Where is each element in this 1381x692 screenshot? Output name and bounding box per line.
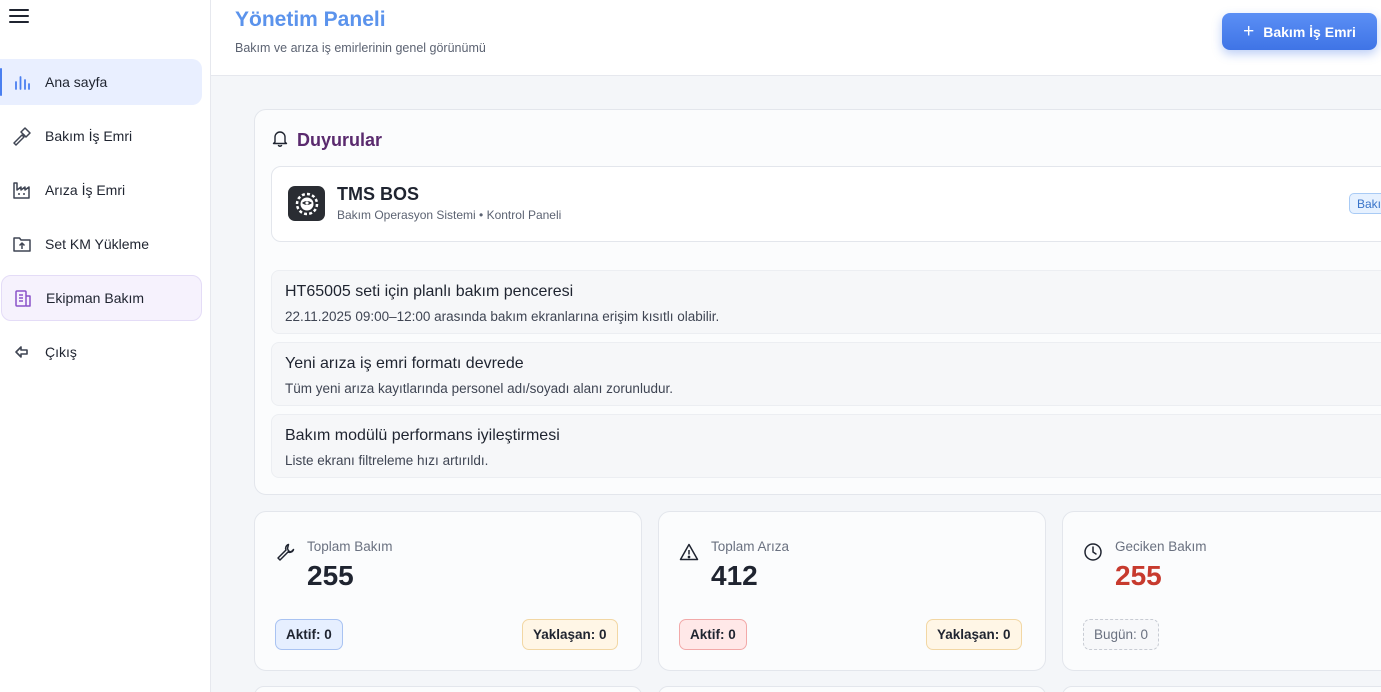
folder-upload-icon: [11, 233, 33, 255]
announcement-text: Tüm yeni arıza kayıtlarında personel adı…: [285, 381, 673, 396]
sidebar-item-label: Çıkış: [45, 344, 77, 360]
announcement-title: Bakım modülü performans iyileştirmesi: [285, 427, 560, 444]
announcements-header: Duyurular: [271, 129, 382, 152]
yaklasan-badge[interactable]: Yaklaşan: 0: [926, 619, 1022, 650]
stat-label: Toplam Bakım: [307, 539, 393, 554]
aktif-badge[interactable]: Aktif: 0: [679, 619, 747, 650]
sidebar-item-label: Set KM Yükleme: [45, 236, 150, 252]
tms-logo-icon: [288, 186, 325, 221]
stat-label: Toplam Arıza: [711, 539, 790, 554]
sidebar-item-cikis[interactable]: Çıkış: [0, 329, 202, 375]
bar-chart-icon: [11, 71, 33, 93]
building-icon: [12, 287, 34, 309]
plus-icon: +: [1243, 21, 1255, 42]
stat-value: 412: [711, 560, 758, 591]
sidebar-nav: Ana sayfa Bakım İş Emri Arıza İş Emri Se…: [0, 59, 211, 383]
next-card: [1062, 686, 1381, 692]
wrench-icon: [275, 542, 295, 562]
page-title: Yönetim Paneli: [235, 8, 386, 31]
sidebar-item-label: Bakım İş Emri: [45, 128, 133, 144]
button-label: Bakım İş Emri: [1263, 23, 1356, 40]
yaklasan-badge[interactable]: Yaklaşan: 0: [522, 619, 618, 650]
announcement-item[interactable]: HT65005 seti için planlı bakım penceresi…: [271, 270, 1381, 334]
announcement-text: Liste ekranı filtreleme hızı artırıldı.: [285, 453, 489, 468]
stat-card-toplam-ariza: Toplam Arıza 412 Aktif: 0 Yaklaşan: 0: [658, 511, 1046, 671]
bell-icon: [271, 129, 289, 152]
announcement-item[interactable]: Yeni arıza iş emri formatı devrede Tüm y…: [271, 342, 1381, 406]
stat-label: Geciken Bakım: [1115, 539, 1207, 554]
brand-badge: Bakı: [1349, 193, 1381, 214]
announcement-title: HT65005 seti için planlı bakım penceresi: [285, 283, 574, 300]
sidebar-item-label: Ana sayfa: [45, 74, 108, 90]
sidebar-item-ana-sayfa[interactable]: Ana sayfa: [0, 59, 202, 105]
announcement-item[interactable]: Bakım modülü performans iyileştirmesi Li…: [271, 414, 1381, 478]
menu-toggle-icon[interactable]: [9, 7, 29, 25]
clock-icon: [1083, 542, 1103, 562]
warning-icon: [679, 542, 699, 562]
next-card: [658, 686, 1046, 692]
stat-value: 255: [1115, 560, 1162, 591]
announcements-card: Duyurular TMS BOS Bakım Operasyon Sistem…: [254, 109, 1381, 495]
announcements-title: Duyurular: [297, 130, 383, 150]
brand-panel: TMS BOS Bakım Operasyon Sistemi • Kontro…: [271, 166, 1381, 242]
brand-name: TMS BOS: [337, 184, 420, 204]
sidebar-item-label: Arıza İş Emri: [45, 182, 126, 198]
bugun-badge[interactable]: Bugün: 0: [1083, 619, 1160, 650]
sidebar-item-ekipman-bakim[interactable]: Ekipman Bakım: [1, 275, 202, 321]
page-subtitle: Bakım ve arıza iş emirlerinin genel görü…: [235, 41, 486, 55]
factory-icon: [11, 179, 33, 201]
hammer-icon: [11, 125, 33, 147]
sidebar-item-ariza-is-emri[interactable]: Arıza İş Emri: [0, 167, 202, 213]
page-header: Yönetim Paneli Bakım ve arıza iş emirler…: [211, 0, 1381, 76]
stat-card-toplam-bakim: Toplam Bakım 255 Aktif: 0 Yaklaşan: 0: [254, 511, 642, 671]
aktif-badge[interactable]: Aktif: 0: [275, 619, 343, 650]
sidebar-item-bakim-is-emri[interactable]: Bakım İş Emri: [0, 113, 202, 159]
announcement-text: 22.11.2025 09:00–12:00 arasında bakım ek…: [285, 309, 720, 324]
next-card: [254, 686, 642, 692]
sidebar: Ana sayfa Bakım İş Emri Arıza İş Emri Se…: [0, 0, 211, 692]
new-bakim-is-emri-button[interactable]: + Bakım İş Emri: [1222, 13, 1377, 50]
stat-value: 255: [307, 560, 354, 591]
brand-subtitle: Bakım Operasyon Sistemi • Kontrol Paneli: [337, 208, 562, 222]
stat-card-geciken-bakim: Geciken Bakım 255 Bugün: 0: [1062, 511, 1381, 671]
sidebar-item-set-km-yukleme[interactable]: Set KM Yükleme: [0, 221, 202, 267]
sidebar-item-label: Ekipman Bakım: [46, 290, 145, 306]
announcement-title: Yeni arıza iş emri formatı devrede: [285, 355, 524, 372]
arrow-left-icon: [11, 341, 33, 363]
